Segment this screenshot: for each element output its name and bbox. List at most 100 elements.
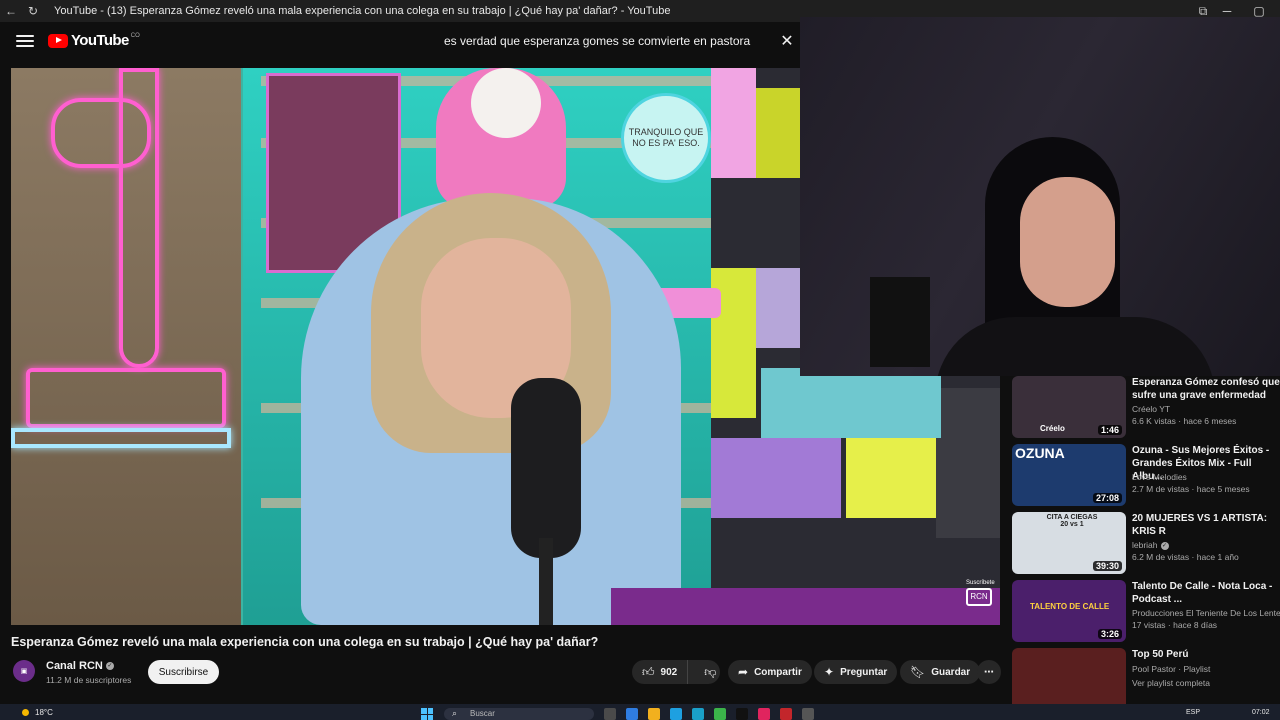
taskbar-search[interactable]: Buscar [444,707,594,720]
search-bar[interactable]: es verdad que esperanza gomes se comvier… [432,28,800,54]
webcam-overlay [800,17,1280,376]
avatar[interactable]: ▣ [13,660,35,682]
arrow-left-icon[interactable]: ← [0,0,22,22]
video-frame [756,268,800,348]
video-thumbnail[interactable]: OZUNA 27:08 [1012,444,1126,506]
recommendation-item[interactable]: OZUNA 27:08 Ozuna - Sus Mejores Éxitos -… [1012,444,1280,506]
windows-taskbar: 18°C Buscar ESP 07:02 [0,704,1280,720]
recommendation-meta: 17 vistas · hace 8 días [1132,620,1218,630]
video-duration: 39:30 [1092,561,1122,571]
recommendation-item[interactable]: Créelo 1:46 Esperanza Gómez confesó que … [1012,376,1280,438]
recommendation-channel[interactable]: Créelo YT [1132,404,1170,414]
recommendation-title[interactable]: 20 MUJERES VS 1 ARTISTA: KRIS R [1132,512,1280,538]
video-bubble-text: TRANQUILO QUE NO ES PA' ESO. [621,93,711,183]
video-frame [539,538,553,625]
video-title: Esperanza Gómez reveló una mala experien… [11,635,599,649]
store-icon[interactable] [670,708,682,720]
recommendation-item[interactable]: Top 50 Perú Pool Pastor · Playlist Ver p… [1012,648,1280,706]
video-frame [936,388,1000,538]
like-count: 902 [660,666,678,678]
menu-icon[interactable] [16,32,34,50]
webcam-frame [1020,177,1115,307]
search-input[interactable]: es verdad que esperanza gomes se comvier… [432,34,774,48]
recommendation-channel[interactable]: Pool Pastor · Playlist [1132,664,1210,674]
window-controls: ─ ▢ [1214,4,1272,18]
webcam-frame [935,317,1215,376]
tiktok-icon[interactable] [736,708,748,720]
like-dislike-group: 👍︎ 902 👎︎ [632,660,720,684]
app-icon[interactable] [802,708,814,720]
recommendation-channel[interactable]: Love Melodies [1132,472,1187,482]
recommendations-list: Créelo 1:46 Esperanza Gómez confesó que … [1012,376,1280,706]
ask-button[interactable]: ✦ Preguntar [814,660,898,684]
weather-widget[interactable]: 18°C [22,708,53,717]
recommendation-item[interactable]: TALENTO DE CALLE 3:26 Talento De Calle -… [1012,580,1280,642]
language-indicator[interactable]: ESP [1186,709,1200,716]
thumbnail-text: CITA A CIEGAS 20 vs 1 [1046,514,1098,528]
subscribe-button[interactable]: Suscribirse [148,660,219,684]
logo-country: CO [130,32,140,39]
video-frame [11,428,231,448]
video-thumbnail[interactable]: CITA A CIEGAS 20 vs 1 39:30 [1012,512,1126,574]
share-label: Compartir [754,666,802,678]
edge-icon[interactable] [626,708,638,720]
video-thumbnail[interactable]: TALENTO DE CALLE 3:26 [1012,580,1126,642]
taskbar-apps [604,708,814,720]
youtube-logo[interactable]: YouTube CO [48,32,140,49]
app-icon[interactable] [780,708,792,720]
video-frame [756,88,800,178]
video-duration: 3:26 [1097,629,1122,639]
video-frame [611,588,1000,625]
playlist-thumbnail[interactable] [1012,648,1126,706]
window-title: YouTube - (13) Esperanza Gómez reveló un… [54,5,671,17]
channel-watermark[interactable]: RCN [966,588,992,606]
recommendation-item[interactable]: CITA A CIEGAS 20 vs 1 39:30 20 MUJERES V… [1012,512,1280,574]
video-frame [846,438,936,518]
save-button[interactable]: 🔖︎ Guardar [900,660,981,684]
reload-icon[interactable]: ↻ [22,0,44,22]
webcam-frame [870,277,930,367]
dislike-button[interactable]: 👎︎ [694,660,726,684]
maximize-button[interactable]: ▢ [1246,4,1272,18]
more-icon[interactable]: ⋯ [977,660,1001,684]
app-icon[interactable] [714,708,726,720]
watermark-caption: Suscríbete [966,580,995,586]
channel-name[interactable]: Canal RCN ✓ [46,660,114,672]
share-icon: ➦ [738,665,749,679]
app-icon[interactable] [692,708,704,720]
video-frame [761,368,941,438]
close-icon[interactable]: ✕ [774,31,800,51]
recommendation-title[interactable]: Esperanza Gómez confesó que sufre una gr… [1132,376,1280,402]
youtube-app-icon[interactable] [758,708,770,720]
video-frame [711,68,756,178]
recommendation-channel[interactable]: lebriah ✓ [1132,540,1169,550]
recommendation-meta: 6.6 K vistas · hace 6 meses [1132,416,1237,426]
video-frame [26,368,226,428]
recommendation-title[interactable]: Top 50 Perú [1132,648,1280,661]
task-view-icon[interactable] [604,708,616,720]
video-duration: 1:46 [1097,425,1122,435]
thumbnail-text: TALENTO DE CALLE [1030,602,1110,611]
recommendation-meta: 2.7 M de vistas · hace 5 meses [1132,484,1250,494]
temperature: 18°C [35,708,53,717]
minimize-button[interactable]: ─ [1214,4,1240,18]
verified-icon: ✓ [1160,541,1169,550]
view-playlist-link[interactable]: Ver playlist completa [1132,678,1210,688]
recommendation-title[interactable]: Talento De Calle - Nota Loca - Podcast .… [1132,580,1280,606]
clock[interactable]: 07:02 [1252,709,1270,716]
logo-text: YouTube [71,32,129,49]
start-icon[interactable] [421,708,433,720]
thumbs-down-icon: 👎︎ [704,664,717,679]
like-button[interactable]: 👍︎ 902 [632,660,689,684]
video-frame [511,378,581,558]
recommendation-channel[interactable]: Producciones El Teniente De Los Lentes [1132,608,1280,618]
recommendation-meta: 6.2 M de vistas · hace 1 año [1132,552,1239,562]
video-thumbnail[interactable]: Créelo 1:46 [1012,376,1126,438]
video-frame [51,98,151,168]
bookmark-icon: 🔖︎ [910,665,926,679]
ask-label: Preguntar [840,666,888,678]
save-label: Guardar [931,666,971,678]
folder-icon[interactable] [648,708,660,720]
youtube-play-icon [48,33,68,48]
share-button[interactable]: ➦ Compartir [728,660,812,684]
